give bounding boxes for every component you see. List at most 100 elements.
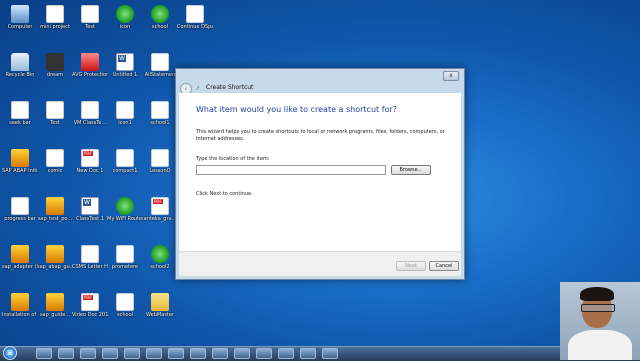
desktop-icon[interactable]: My WiFi Router	[107, 194, 143, 230]
desktop-icon[interactable]: AllStatemen	[142, 50, 178, 86]
desktop-icon-label: sap_test_po...	[37, 216, 73, 222]
desktop-icon[interactable]: anteka_gra...	[142, 194, 178, 230]
sap-icon	[46, 245, 64, 263]
cmd-icon[interactable]	[256, 348, 272, 359]
desktop-icon-label: sap_guide...	[39, 312, 71, 318]
media-icon[interactable]	[58, 348, 74, 359]
location-input[interactable]	[196, 165, 386, 175]
firefox-icon[interactable]	[146, 348, 162, 359]
desktop-icon[interactable]: Untitled 1	[107, 50, 143, 86]
desktop-icon-label: My WiFi Router	[107, 216, 143, 222]
sap-icon	[11, 293, 29, 311]
desktop-icon-label: comic	[47, 168, 63, 174]
person-shirt	[568, 330, 632, 360]
wifi-icon	[116, 197, 134, 215]
desktop-icon[interactable]: compact1	[107, 146, 143, 182]
desktop-icon[interactable]: LessonQ	[142, 146, 178, 182]
start-button[interactable]: ⊞	[3, 346, 17, 360]
paint-icon[interactable]	[168, 348, 184, 359]
desktop-icon[interactable]: sap_guide...	[37, 290, 73, 326]
desktop-icon[interactable]: sap_adapter (3)	[2, 242, 38, 278]
desktop-icon[interactable]: prometere	[107, 242, 143, 278]
search-icon[interactable]	[234, 348, 250, 359]
desktop-icon[interactable]: dream	[37, 50, 73, 86]
desktop-icon-label: New Doc 1	[76, 168, 104, 174]
desktop-icon-label: school	[116, 312, 134, 318]
chrome-icon[interactable]	[124, 348, 140, 359]
app-icon[interactable]	[212, 348, 228, 359]
desktop-icon[interactable]: sap_test_po...	[37, 194, 73, 230]
desktop-icon[interactable]: New Doc 1	[72, 146, 108, 182]
desktop-icon[interactable]: SAP ABAP Initial sta...	[2, 146, 38, 182]
dialog-body: What item would you like to create a sho…	[179, 93, 461, 251]
desktop-icon[interactable]: Computer	[2, 2, 38, 38]
desktop-icon[interactable]: CSMS Letter Head	[72, 242, 108, 278]
desktop-icon[interactable]: icon	[107, 2, 143, 38]
desktop-icon[interactable]: Test	[72, 2, 108, 38]
desktop-icon[interactable]: AVG Protection	[72, 50, 108, 86]
cancel-button[interactable]: Cancel	[429, 261, 459, 271]
desktop-icon[interactable]: Installation of SAP Sys...	[2, 290, 38, 326]
desktop-icon-label: AllStatemen	[144, 72, 176, 78]
file-icon	[81, 101, 99, 119]
app-icon	[81, 53, 99, 71]
desktop-icon[interactable]: mini project	[37, 2, 73, 38]
desktop-icon[interactable]: Test	[37, 98, 73, 134]
file-icon	[11, 101, 29, 119]
file-icon	[46, 149, 64, 167]
desktop-icon[interactable]: Continue DSpace I...	[177, 2, 213, 38]
desktop-icon-label: SAP ABAP Initial sta...	[2, 168, 38, 174]
desktop-icon[interactable]: ClassTest 1	[72, 194, 108, 230]
desktop-icon-label: school1	[150, 120, 170, 126]
file-icon	[116, 101, 134, 119]
desktop-icon-label: sap_abap_gu...	[37, 264, 73, 270]
image-icon	[46, 53, 64, 71]
file-icon	[46, 5, 64, 23]
explorer-icon[interactable]	[36, 348, 52, 359]
green-mushroom-icon	[116, 5, 134, 23]
desktop-icon[interactable]: progress bar	[2, 194, 38, 230]
desktop-icon[interactable]: school	[107, 290, 143, 326]
desktop-icon[interactable]: WebMaster	[142, 290, 178, 326]
dialog-footer: Next Cancel	[179, 251, 461, 276]
desktop-icon[interactable]: Video Doc 2017 04 02 3...	[72, 290, 108, 326]
desktop-icon[interactable]: Recycle Bin	[2, 50, 38, 86]
desktop-icon[interactable]: school	[142, 2, 178, 38]
folder-icon	[151, 293, 169, 311]
desktop-icon[interactable]: sap_abap_gu...	[37, 242, 73, 278]
shortcut-icon: ↗	[195, 85, 201, 92]
next-button[interactable]: Next	[396, 261, 426, 271]
network-icon[interactable]	[278, 348, 294, 359]
taskbar: ⊞	[0, 346, 640, 361]
desktop-icon-label: Continue DSpace I...	[177, 24, 213, 30]
person-glasses	[581, 304, 615, 312]
desktop-icon-label: mini project	[40, 24, 70, 30]
desktop-icon-label: seek bar	[9, 120, 31, 126]
app-icon[interactable]	[300, 348, 316, 359]
file-icon	[116, 245, 134, 263]
word-doc-icon	[116, 53, 134, 71]
desktop-icon[interactable]: comic	[37, 146, 73, 182]
app-icon[interactable]	[322, 348, 338, 359]
file-icon[interactable]	[102, 348, 118, 359]
desktop-icon[interactable]: VM ClassTe...	[72, 98, 108, 134]
create-shortcut-dialog: x ‹ ↗ Create Shortcut What item would yo…	[175, 68, 465, 280]
green-mushroom-icon	[151, 245, 169, 263]
desktop-icon-label: VM ClassTe...	[73, 120, 107, 126]
desktop-icon[interactable]: school1	[142, 98, 178, 134]
sap-icon	[46, 197, 64, 215]
desktop-icon-label: Test	[50, 120, 60, 126]
desktop-icon[interactable]: seek bar	[2, 98, 38, 134]
webcam-overlay	[560, 282, 640, 360]
folder-icon[interactable]	[80, 348, 96, 359]
browse-button[interactable]: Browse...	[391, 165, 431, 175]
desktop-icon-label: icon1	[118, 120, 132, 126]
file-icon	[186, 5, 204, 23]
ie-icon[interactable]	[190, 348, 206, 359]
desktop-icon-label: Test	[85, 24, 95, 30]
desktop-icon-label: AVG Protection	[72, 72, 108, 78]
desktop-icon-label: ClassTest 1	[76, 216, 104, 222]
desktop-icon[interactable]: school2	[142, 242, 178, 278]
computer-icon	[11, 5, 29, 23]
desktop-icon[interactable]: icon1	[107, 98, 143, 134]
